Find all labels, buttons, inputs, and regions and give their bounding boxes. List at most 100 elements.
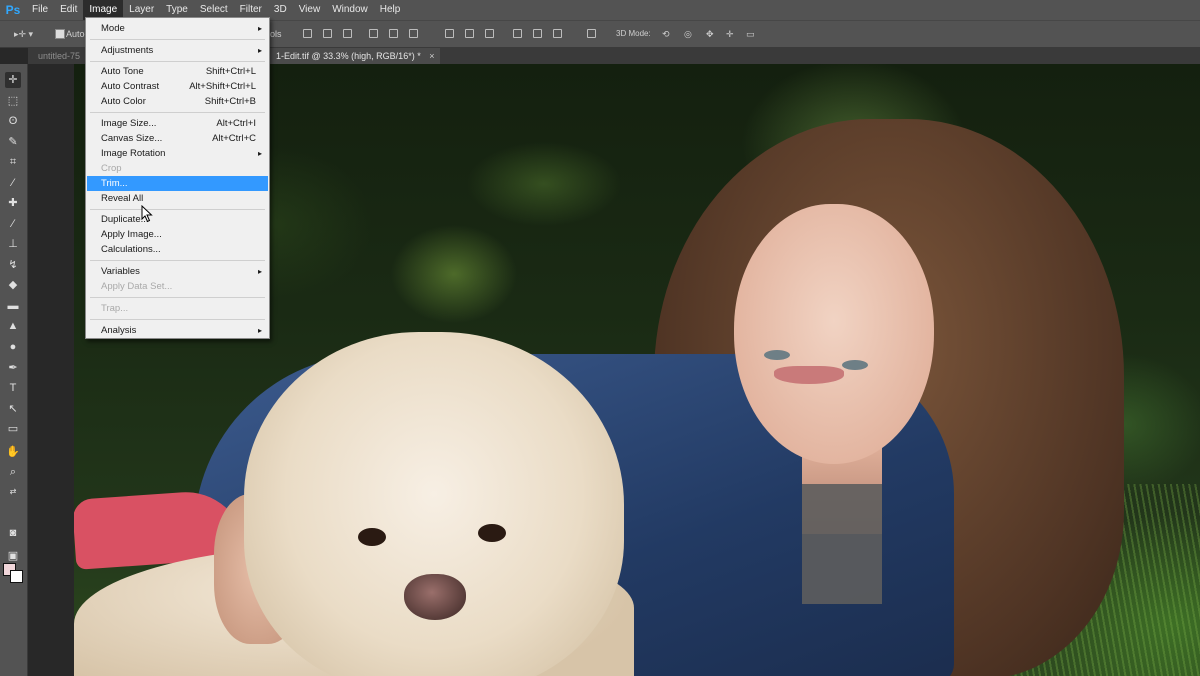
menu-item-image-size[interactable]: Image Size... Alt+Ctrl+I xyxy=(87,116,268,131)
quick-mask-icon[interactable]: ◙ xyxy=(5,525,21,541)
hand-tool-icon[interactable]: ✋ xyxy=(5,444,21,460)
girl-face xyxy=(734,204,934,464)
menu-item-calculations[interactable]: Calculations... xyxy=(87,242,268,257)
eraser-tool-icon[interactable]: ◆ xyxy=(5,277,21,293)
clone-stamp-tool-icon[interactable]: ⊥ xyxy=(5,236,21,252)
dog-eye-left xyxy=(358,528,386,546)
3d-drag-icon[interactable]: ✥ xyxy=(706,27,714,41)
align-hcenter-icon[interactable] xyxy=(388,28,399,39)
menu-item-label: Image Rotation xyxy=(101,148,166,159)
distribute-hcenter-icon[interactable] xyxy=(532,28,543,39)
menu-view[interactable]: View xyxy=(293,0,327,20)
menu-item-crop: Crop xyxy=(87,161,268,176)
menu-item-auto-contrast[interactable]: Auto Contrast Alt+Shift+Ctrl+L xyxy=(87,79,268,94)
menu-separator xyxy=(90,112,265,113)
eyedropper-tool-icon[interactable]: ⁄ xyxy=(5,175,21,191)
history-brush-tool-icon[interactable]: ↯ xyxy=(5,257,21,273)
3d-rotate-icon[interactable]: ⟲ xyxy=(662,27,670,41)
menu-item-analysis[interactable]: Analysis ▸ xyxy=(87,323,268,338)
menu-item-shortcut: Alt+Ctrl+I xyxy=(216,118,256,129)
menu-item-trap: Trap... xyxy=(87,301,268,316)
menu-separator xyxy=(90,297,265,298)
menu-item-canvas-size[interactable]: Canvas Size... Alt+Ctrl+C xyxy=(87,131,268,146)
menu-item-image-rotation[interactable]: Image Rotation ▸ xyxy=(87,146,268,161)
align-top-icon[interactable] xyxy=(302,28,313,39)
menu-file[interactable]: File xyxy=(26,0,54,20)
submenu-arrow-icon: ▸ xyxy=(257,46,262,55)
menu-item-label: Trim... xyxy=(101,178,128,189)
menu-item-label: Calculations... xyxy=(101,244,161,255)
menu-3d[interactable]: 3D xyxy=(268,0,293,20)
menu-item-shortcut: Alt+Ctrl+C xyxy=(212,133,256,144)
menu-window[interactable]: Window xyxy=(326,0,374,20)
tab-active-document[interactable]: 1-Edit.tif @ 33.3% (high, RGB/16*) * × xyxy=(270,48,441,64)
menu-separator xyxy=(90,319,265,320)
lasso-tool-icon[interactable]: ʘ xyxy=(5,113,21,129)
dodge-tool-icon[interactable]: ● xyxy=(5,339,21,355)
blur-tool-icon[interactable]: ▲ xyxy=(5,318,21,334)
menu-item-label: Auto Tone xyxy=(101,66,144,77)
quick-select-tool-icon[interactable]: ✎ xyxy=(5,134,21,150)
healing-brush-tool-icon[interactable]: ✚ xyxy=(5,195,21,211)
dog-nose xyxy=(404,574,466,620)
3d-roll-icon[interactable]: ◎ xyxy=(684,27,692,41)
3d-slide-icon[interactable]: ✛ xyxy=(726,27,734,41)
menu-item-label: Auto Contrast xyxy=(101,81,160,92)
menu-item-label: Variables xyxy=(101,266,140,277)
menu-separator xyxy=(90,209,265,210)
menu-edit[interactable]: Edit xyxy=(54,0,83,20)
auto-align-icon[interactable] xyxy=(586,28,597,39)
dog-head xyxy=(244,332,624,676)
menu-help[interactable]: Help xyxy=(374,0,407,20)
menu-item-adjustments[interactable]: Adjustments ▸ xyxy=(87,43,268,58)
auto-select-checkbox[interactable] xyxy=(55,29,65,39)
distribute-left-icon[interactable] xyxy=(512,28,523,39)
move-tool-preset-icon[interactable]: ▸✛ ▾ xyxy=(14,27,33,41)
move-tool-icon[interactable]: ✛ xyxy=(5,72,21,88)
pen-tool-icon[interactable]: ✒ xyxy=(5,360,21,376)
mouse-cursor-icon xyxy=(141,205,153,223)
menu-item-trim[interactable]: Trim... xyxy=(87,176,268,191)
tab-close-icon[interactable]: × xyxy=(429,51,434,61)
menu-item-label: Apply Data Set... xyxy=(101,281,173,292)
type-tool-icon[interactable]: T xyxy=(5,380,21,396)
girl-eye-left xyxy=(764,350,790,360)
align-right-icon[interactable] xyxy=(408,28,419,39)
distribute-vcenter-icon[interactable] xyxy=(464,28,475,39)
zoom-tool-icon[interactable]: ⌕ xyxy=(5,464,21,480)
menu-item-label: Mode xyxy=(101,23,125,34)
shape-tool-icon[interactable]: ▭ xyxy=(5,421,21,437)
background-color-swatch[interactable] xyxy=(10,570,23,583)
menu-separator xyxy=(90,39,265,40)
3d-mode-label: 3D Mode: xyxy=(616,29,651,38)
menu-item-reveal-all[interactable]: Reveal All xyxy=(87,191,268,206)
distribute-top-icon[interactable] xyxy=(444,28,455,39)
girl-shirt xyxy=(802,484,882,604)
menu-item-label: Canvas Size... xyxy=(101,133,163,144)
screen-mode-icon[interactable]: ▣ xyxy=(5,548,21,564)
menu-item-apply-image[interactable]: Apply Image... xyxy=(87,227,268,242)
align-bottom-icon[interactable] xyxy=(342,28,353,39)
crop-tool-icon[interactable]: ⌗ xyxy=(5,154,21,170)
marquee-tool-icon[interactable]: ⬚ xyxy=(5,93,21,109)
align-left-icon[interactable] xyxy=(368,28,379,39)
menu-item-auto-tone[interactable]: Auto Tone Shift+Ctrl+L xyxy=(87,64,268,79)
menu-item-label: Crop xyxy=(101,163,122,174)
swap-colors-icon[interactable]: ⇄ xyxy=(5,484,21,500)
submenu-arrow-icon: ▸ xyxy=(257,149,262,158)
menu-item-duplicate[interactable]: Duplicate... xyxy=(87,212,268,227)
menu-item-mode[interactable]: Mode ▸ xyxy=(87,21,268,36)
brush-tool-icon[interactable]: ∕ xyxy=(5,216,21,232)
distribute-right-icon[interactable] xyxy=(552,28,563,39)
menu-separator xyxy=(90,61,265,62)
distribute-bottom-icon[interactable] xyxy=(484,28,495,39)
align-vcenter-icon[interactable] xyxy=(322,28,333,39)
path-selection-tool-icon[interactable]: ↖ xyxy=(5,401,21,417)
menu-item-auto-color[interactable]: Auto Color Shift+Ctrl+B xyxy=(87,94,268,109)
menu-item-shortcut: Shift+Ctrl+L xyxy=(205,66,256,77)
3d-scale-icon[interactable]: ▭ xyxy=(746,27,755,41)
menu-item-variables[interactable]: Variables ▸ xyxy=(87,264,268,279)
tab-untitled[interactable]: untitled-75 xyxy=(32,48,86,64)
photoshop-logo: Ps xyxy=(5,3,21,17)
gradient-tool-icon[interactable]: ▬ xyxy=(5,298,21,314)
